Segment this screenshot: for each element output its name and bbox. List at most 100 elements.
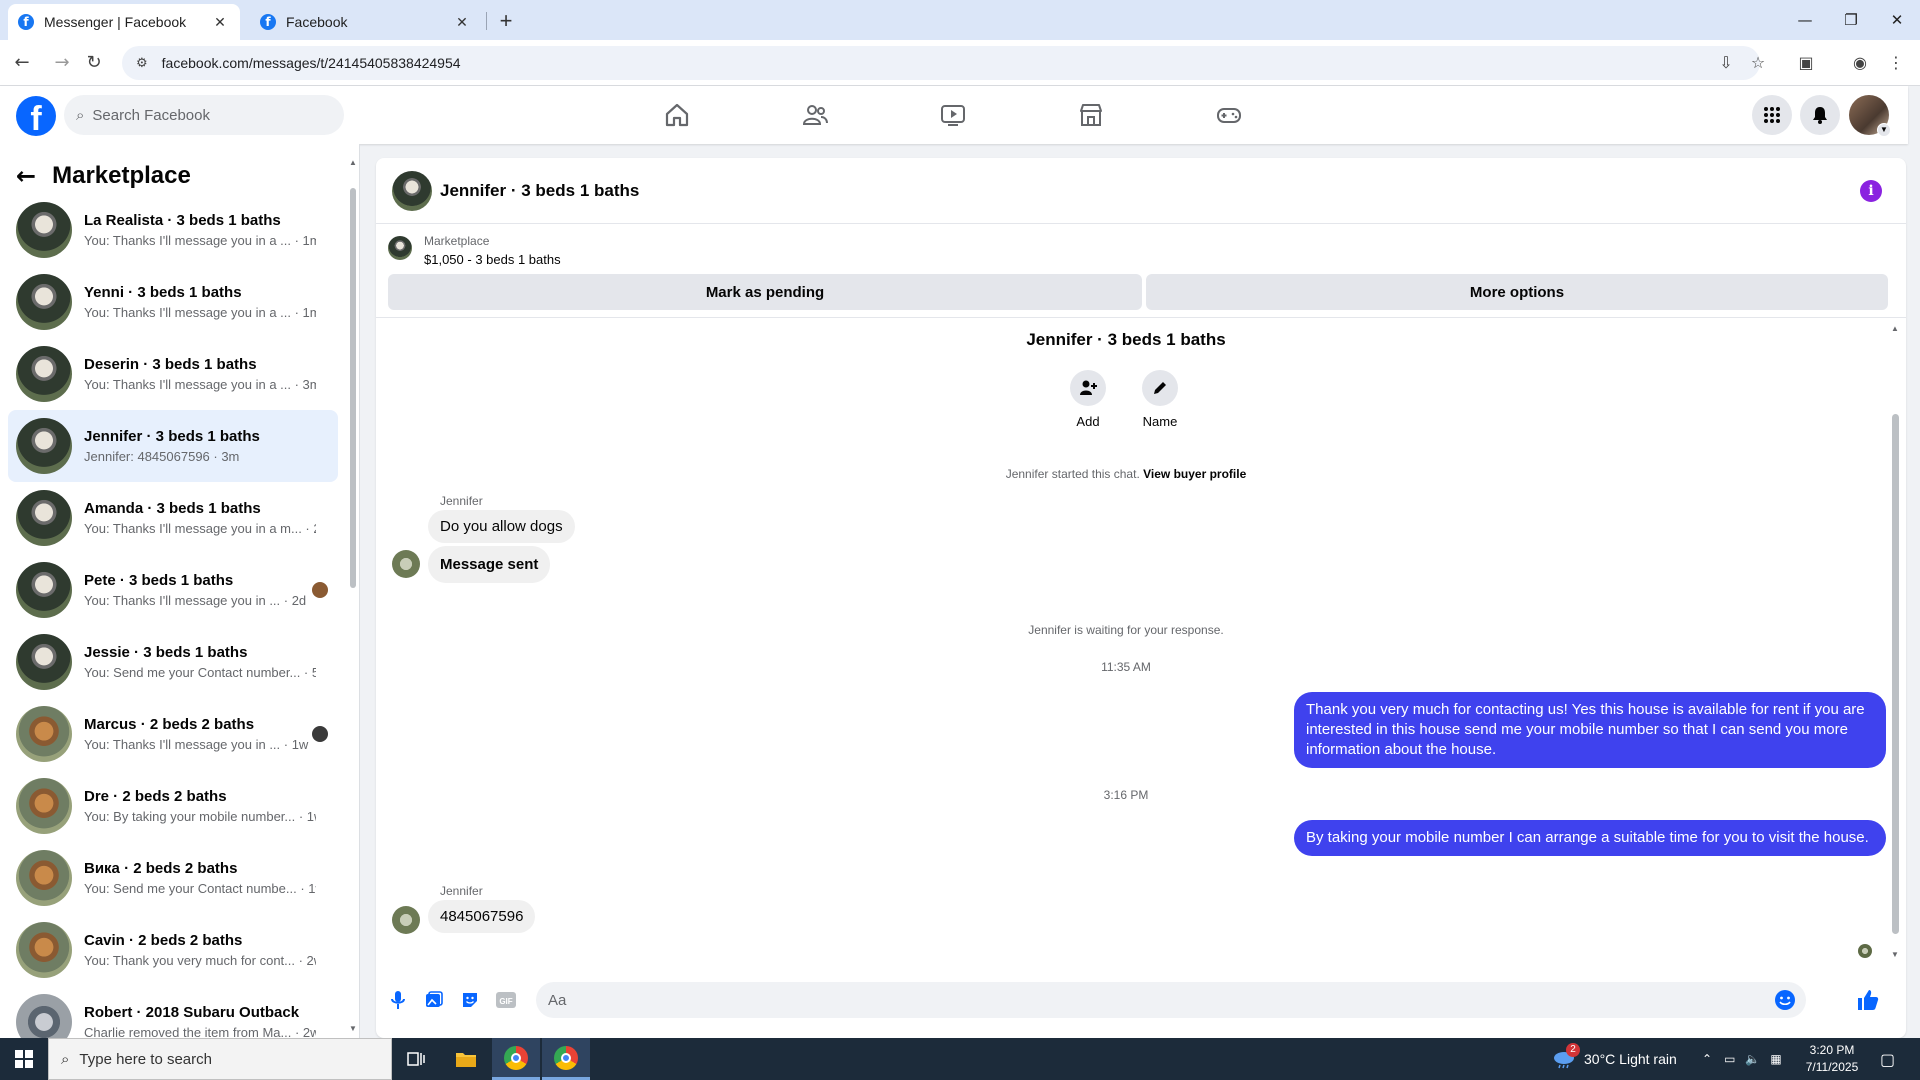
- chrome-profile-taskbar-button[interactable]: [542, 1038, 590, 1080]
- conversation-item[interactable]: Amanda · 3 beds 1 baths You: Thanks I'll …: [8, 482, 338, 554]
- chat-title[interactable]: Jennifer · 3 beds 1 baths: [440, 181, 639, 201]
- chevron-up-icon[interactable]: ⌃: [1702, 1052, 1712, 1066]
- add-person-action[interactable]: Add: [1058, 370, 1118, 429]
- conversation-item[interactable]: Yenni · 3 beds 1 baths You: Thanks I'll m…: [8, 266, 338, 338]
- chat-scrollbar[interactable]: ▲ ▼: [1890, 324, 1900, 964]
- microphone-icon[interactable]: [386, 988, 410, 1012]
- url-text[interactable]: facebook.com/messages/t/2414540583842495…: [162, 55, 461, 71]
- mark-as-pending-button[interactable]: Mark as pending: [388, 274, 1142, 310]
- weather-widget[interactable]: 2 30°C Light rain: [1552, 1038, 1677, 1080]
- scrollbar-thumb[interactable]: [350, 188, 356, 588]
- task-view-button[interactable]: [392, 1038, 440, 1080]
- sender-avatar[interactable]: [392, 906, 420, 934]
- scroll-down-icon[interactable]: ▼: [349, 1024, 357, 1033]
- system-tray-icons[interactable]: ⌃ ▭ 🔈 ▦: [1702, 1038, 1782, 1080]
- info-icon[interactable]: i: [1860, 180, 1882, 202]
- nav-friends[interactable]: [760, 86, 870, 144]
- menu-button[interactable]: [1752, 95, 1792, 135]
- gif-icon[interactable]: GIF: [494, 988, 518, 1012]
- view-buyer-profile-link[interactable]: View buyer profile: [1143, 467, 1246, 481]
- taskbar-clock[interactable]: 3:20 PM 7/11/2025: [1792, 1042, 1872, 1076]
- incoming-message[interactable]: 4845067596: [428, 900, 536, 933]
- account-avatar[interactable]: ▼: [1849, 95, 1891, 137]
- new-tab-button[interactable]: +: [492, 8, 520, 36]
- side-panel-icon[interactable]: ▣: [1792, 49, 1820, 77]
- nav-marketplace[interactable]: [1036, 86, 1146, 144]
- chrome-menu-icon[interactable]: ⋮: [1882, 49, 1910, 77]
- install-app-icon[interactable]: ⇩: [1712, 49, 1740, 77]
- emoji-icon[interactable]: [1774, 989, 1796, 1016]
- conversation-item[interactable]: Deserin · 3 beds 1 baths You: Thanks I'll…: [8, 338, 338, 410]
- outgoing-message[interactable]: Thank you very much for contacting us! Y…: [1294, 692, 1886, 768]
- scroll-up-icon[interactable]: ▲: [1891, 324, 1899, 333]
- conversation-name: Jennifer · 3 beds 1 baths: [84, 428, 260, 445]
- chrome-taskbar-button[interactable]: [492, 1038, 540, 1080]
- facebook-search-input[interactable]: [92, 106, 293, 124]
- back-arrow-icon[interactable]: ←: [16, 162, 36, 190]
- tab-facebook[interactable]: f Facebook ✕: [250, 4, 482, 40]
- window-close-button[interactable]: ✕: [1874, 0, 1920, 40]
- message-input[interactable]: [548, 991, 1748, 1009]
- facebook-search[interactable]: ⌕: [64, 95, 344, 135]
- notifications-button[interactable]: [1800, 95, 1840, 135]
- scrollbar-thumb[interactable]: [1892, 414, 1899, 934]
- incoming-message[interactable]: Do you allow dogs: [428, 510, 575, 543]
- sidebar-header: ← Marketplace: [16, 156, 191, 196]
- file-explorer-button[interactable]: [442, 1038, 490, 1080]
- bookmark-star-icon[interactable]: ☆: [1744, 49, 1772, 77]
- message-input-box[interactable]: [536, 982, 1806, 1018]
- nav-home[interactable]: [622, 86, 732, 144]
- windows-logo-icon: [15, 1050, 33, 1068]
- conversation-snippet: You: Thanks I'll message you in ... · 1w: [84, 737, 309, 752]
- facebook-logo-icon[interactable]: f: [16, 96, 56, 136]
- taskbar-search-input[interactable]: [79, 1050, 279, 1068]
- start-button[interactable]: [0, 1038, 48, 1080]
- conversation-item[interactable]: La Realista · 3 beds 1 baths You: Thanks …: [8, 194, 338, 266]
- incoming-message[interactable]: Message sent: [428, 546, 551, 583]
- conversation-item[interactable]: Вика · 2 beds 2 baths You: Send me your C…: [8, 842, 338, 914]
- conversation-item[interactable]: Dre · 2 beds 2 baths You: By taking your …: [8, 770, 338, 842]
- name-action[interactable]: Name: [1130, 370, 1190, 429]
- restore-button[interactable]: ❐: [1828, 0, 1874, 40]
- volume-icon[interactable]: 🔈: [1745, 1052, 1760, 1066]
- conversation-info: Jennifer · 3 beds 1 baths Jennifer: 48450…: [84, 428, 316, 464]
- tab-messenger[interactable]: f Messenger | Facebook ✕: [8, 4, 240, 40]
- conversation-item[interactable]: Cavin · 2 beds 2 baths You: Thank you ver…: [8, 914, 338, 986]
- network-icon[interactable]: ▭: [1724, 1052, 1735, 1066]
- taskbar-search[interactable]: ⌕: [48, 1038, 392, 1080]
- sender-avatar[interactable]: [392, 550, 420, 578]
- address-bar[interactable]: ⚙ facebook.com/messages/t/24145405838424…: [122, 46, 1760, 80]
- listing-avatar[interactable]: [392, 170, 432, 211]
- close-icon[interactable]: ✕: [452, 14, 472, 31]
- task-view-icon: [407, 1052, 425, 1066]
- scroll-down-icon[interactable]: ▼: [1891, 950, 1899, 959]
- minimize-button[interactable]: —: [1782, 0, 1828, 40]
- back-button[interactable]: ←: [8, 49, 36, 77]
- nav-gaming[interactable]: [1174, 86, 1284, 144]
- sidebar-scrollbar[interactable]: ▲ ▼: [349, 158, 357, 1038]
- notification-center-icon[interactable]: ▢: [1880, 1038, 1895, 1080]
- conversation-avatar: [16, 994, 72, 1038]
- conversation-item[interactable]: Marcus · 2 beds 2 baths You: Thanks I'll …: [8, 698, 338, 770]
- listing-price[interactable]: $1,050 - 3 beds 1 baths: [424, 252, 561, 267]
- nav-video[interactable]: [898, 86, 1008, 144]
- outgoing-message[interactable]: By taking your mobile number I can arran…: [1294, 820, 1886, 856]
- chat-header[interactable]: Jennifer · 3 beds 1 baths i: [376, 158, 1906, 224]
- photo-icon[interactable]: [422, 988, 446, 1012]
- conversation-item[interactable]: Jennifer · 3 beds 1 baths Jennifer: 48450…: [8, 410, 338, 482]
- more-options-button[interactable]: More options: [1146, 274, 1888, 310]
- forward-button[interactable]: →: [48, 49, 76, 77]
- scroll-up-icon[interactable]: ▲: [349, 158, 357, 167]
- reload-button[interactable]: ↻: [80, 49, 108, 77]
- sticker-icon[interactable]: [458, 988, 482, 1012]
- profile-icon[interactable]: ◉: [1846, 49, 1874, 77]
- listing-thumbnail[interactable]: [388, 236, 412, 260]
- conversation-item[interactable]: Robert · 2018 Subaru Outback Charlie remo…: [8, 986, 338, 1038]
- close-icon[interactable]: ✕: [210, 14, 230, 31]
- keyboard-icon[interactable]: ▦: [1770, 1052, 1781, 1066]
- conversation-item[interactable]: Pete · 3 beds 1 baths You: Thanks I'll me…: [8, 554, 338, 626]
- conversation-item[interactable]: Jessie · 3 beds 1 baths You: Send me your…: [8, 626, 338, 698]
- thumbs-up-icon[interactable]: [1854, 986, 1882, 1014]
- weather-text: 30°C Light rain: [1584, 1051, 1677, 1067]
- site-settings-icon[interactable]: ⚙: [136, 56, 148, 71]
